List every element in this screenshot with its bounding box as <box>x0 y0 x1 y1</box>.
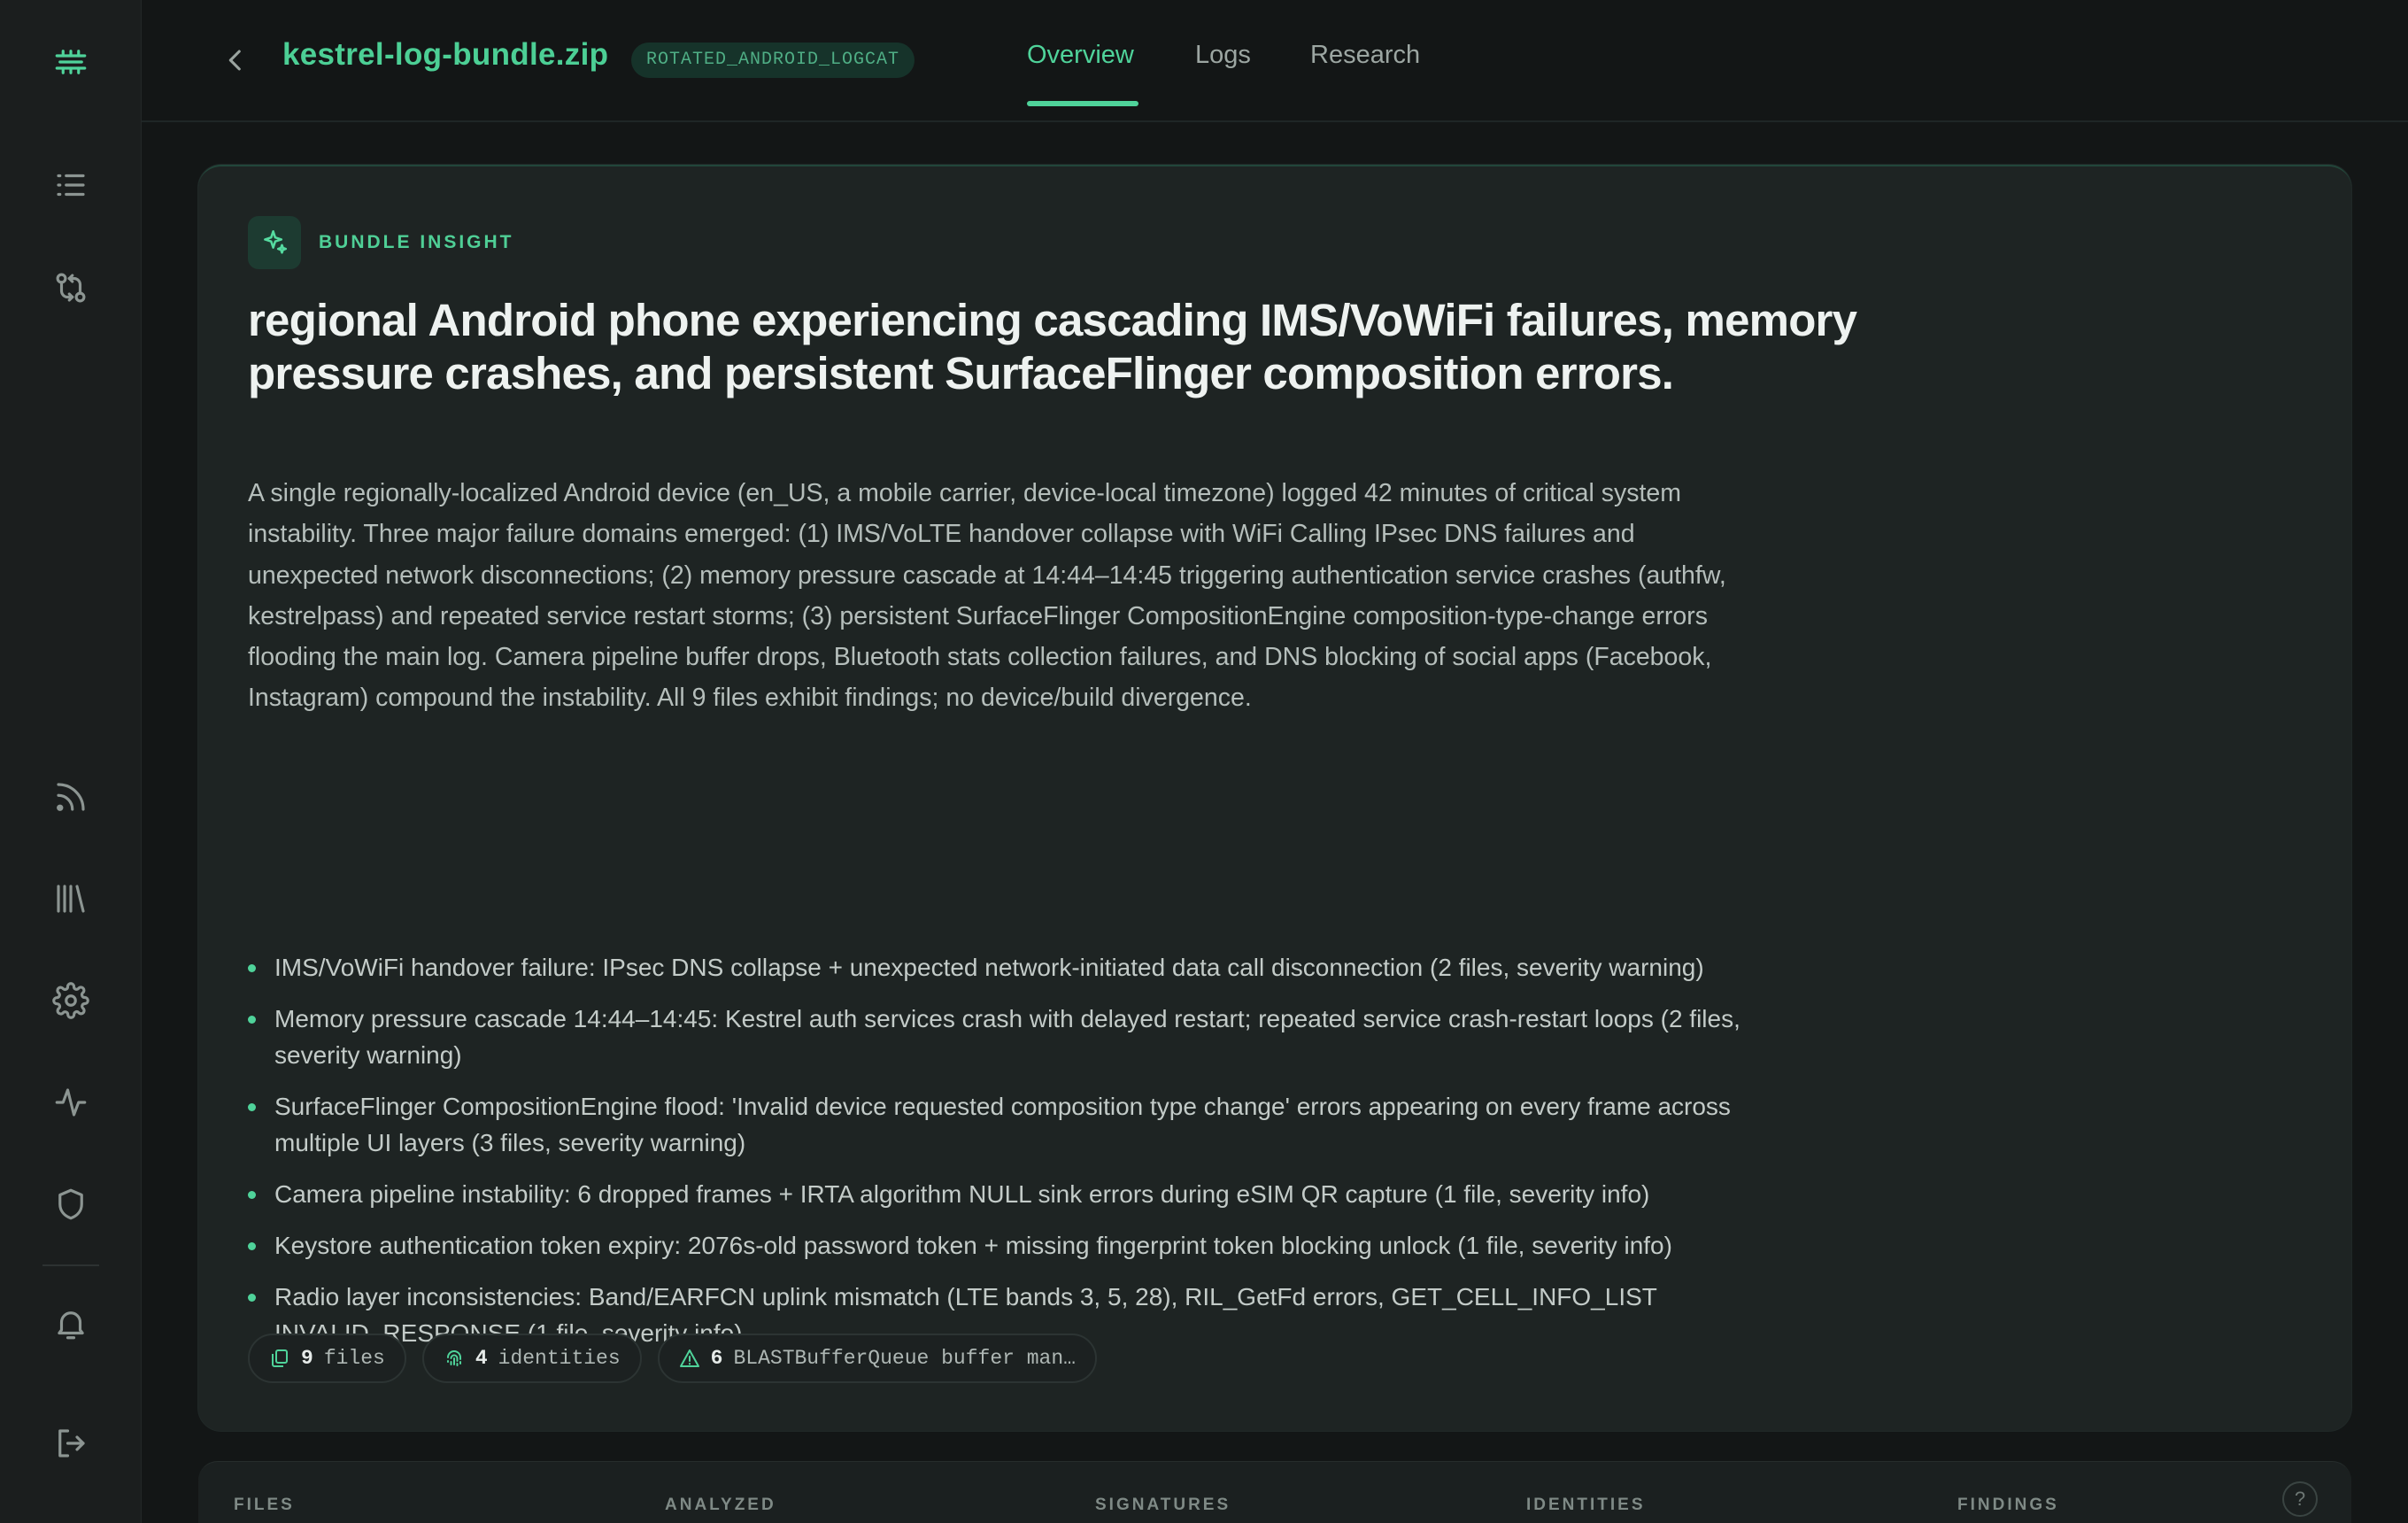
files-icon <box>272 1349 288 1367</box>
feed-icon[interactable] <box>35 762 106 832</box>
list-item: Keystore authentication token expiry: 20… <box>248 1227 1753 1264</box>
rail-divider <box>42 1264 99 1266</box>
page-title: kestrel-log-bundle.zip <box>282 37 609 72</box>
logo-icon[interactable] <box>35 27 106 97</box>
list-item: IMS/VoWiFi handover failure: IPsec DNS c… <box>248 949 1753 986</box>
top-bar: kestrel-log-bundle.zip ROTATED_ANDROID_L… <box>142 0 2408 122</box>
insight-headline: regional Android phone experiencing casc… <box>248 295 1857 398</box>
identities-count: 4 <box>475 1347 488 1370</box>
left-rail <box>0 0 142 1523</box>
warnings-count: 6 <box>710 1347 723 1370</box>
type-badge: ROTATED_ANDROID_LOGCAT <box>631 43 915 78</box>
bell-icon[interactable] <box>35 1288 106 1359</box>
sparkle-icon <box>248 216 301 269</box>
files-label: files <box>323 1347 385 1370</box>
list-item: SurfaceFlinger CompositionEngine flood: … <box>248 1088 1753 1161</box>
warning-icon <box>679 1349 699 1367</box>
list-icon[interactable] <box>35 150 106 220</box>
identities-chip[interactable]: 4 identities <box>421 1334 642 1383</box>
settings-icon[interactable] <box>35 965 106 1036</box>
tab-logs[interactable]: Logs <box>1195 41 1251 70</box>
findings-list: IMS/VoWiFi handover failure: IPsec DNS c… <box>248 949 1753 1366</box>
back-button[interactable] <box>204 30 267 90</box>
warnings-chip[interactable]: 6 BLASTBufferQueue buffer man… <box>657 1334 1097 1383</box>
shield-icon[interactable] <box>35 1169 106 1240</box>
tab-research[interactable]: Research <box>1310 41 1420 70</box>
insight-summary: A single regionally-localized Android de… <box>248 479 1726 713</box>
library-icon[interactable] <box>35 863 106 934</box>
help-icon[interactable]: ? <box>2282 1481 2318 1517</box>
activity-icon[interactable] <box>35 1067 106 1138</box>
app-root: kestrel-log-bundle.zip ROTATED_ANDROID_L… <box>0 0 2408 1523</box>
bundle-insight-card: BUNDLE INSIGHT regional Android phone ex… <box>198 165 2351 1431</box>
list-item: Memory pressure cascade 14:44–14:45: Kes… <box>248 1001 1753 1073</box>
compare-icon[interactable] <box>35 252 106 323</box>
stat-label-findings: FINDINGS <box>1957 1496 2059 1514</box>
stats-strip: FILES ANALYZED SIGNATURES IDENTITIES FIN… <box>198 1461 2351 1523</box>
stat-label-identities: IDENTITIES <box>1526 1496 1646 1514</box>
warnings-label: BLASTBufferQueue buffer man… <box>733 1347 1076 1370</box>
files-chip[interactable]: 9 files <box>248 1334 406 1383</box>
stat-label-analyzed: ANALYZED <box>665 1496 776 1514</box>
stat-label-files: FILES <box>234 1496 295 1514</box>
list-item: Camera pipeline instability: 6 dropped f… <box>248 1176 1753 1212</box>
insight-label: BUNDLE INSIGHT <box>319 232 514 252</box>
stat-label-signatures: SIGNATURES <box>1095 1496 1231 1514</box>
fingerprint-icon <box>446 1350 461 1366</box>
files-count: 9 <box>301 1347 313 1370</box>
active-tab-indicator <box>1027 101 1138 106</box>
chevron-left-icon <box>228 50 241 71</box>
tab-overview[interactable]: Overview <box>1027 41 1134 70</box>
identities-label: identities <box>498 1347 621 1370</box>
summary-chips: 9 files 4 identities 6 BLASTBufferQueue … <box>248 1334 1097 1383</box>
logout-icon[interactable] <box>35 1408 106 1479</box>
